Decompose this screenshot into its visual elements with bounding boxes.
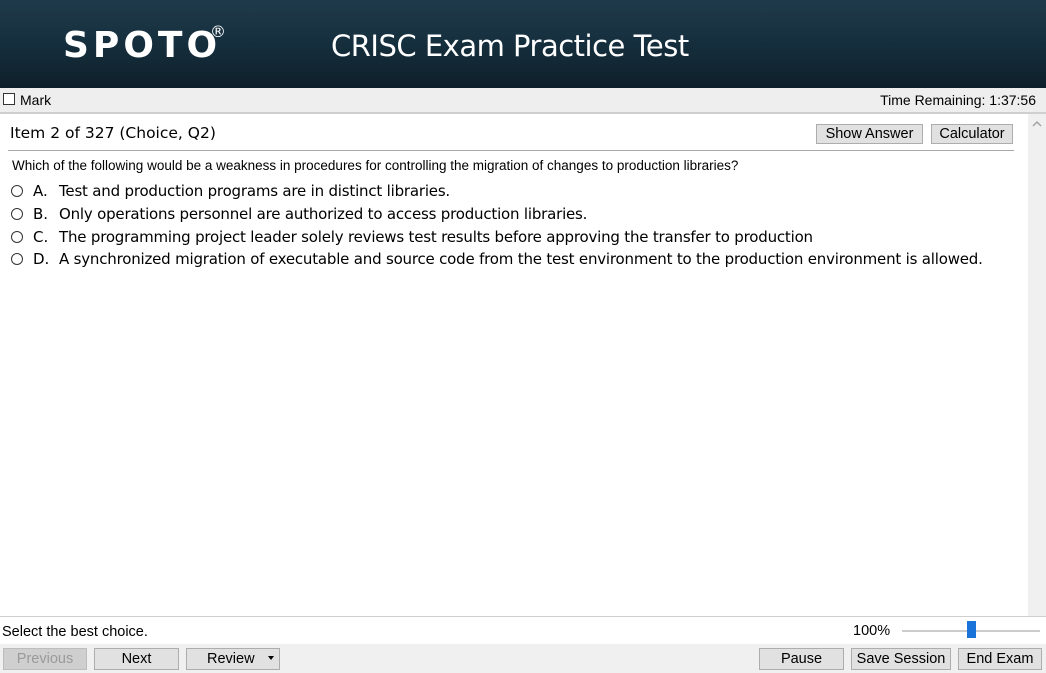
choice-letter: C. (33, 228, 49, 246)
review-button[interactable]: Review (186, 648, 280, 670)
choice-a[interactable]: A. Test and production programs are in d… (10, 182, 1010, 202)
navigation-bar: Previous Next Review Pause Save Session … (0, 644, 1046, 673)
choice-text[interactable]: Only operations personnel are authorized… (59, 205, 587, 223)
choice-letter: A. (33, 182, 48, 200)
item-info: Item 2 of 327 (Choice, Q2) (10, 124, 216, 142)
question-text: Which of the following would be a weakne… (12, 158, 739, 173)
spoto-logo: SPOTO (63, 25, 222, 66)
mark-label[interactable]: Mark (20, 92, 51, 108)
zoom-slider-thumb[interactable] (967, 621, 976, 638)
save-session-button[interactable]: Save Session (851, 648, 951, 670)
review-label: Review (207, 651, 255, 667)
end-exam-button[interactable]: End Exam (958, 648, 1042, 670)
header-banner: SPOTO ® CRISC Exam Practice Test (0, 0, 1046, 88)
choice-text[interactable]: Test and production programs are in dist… (59, 182, 450, 200)
radio-icon[interactable] (11, 208, 23, 220)
choice-text[interactable]: A synchronized migration of executable a… (59, 250, 983, 268)
instruction-text: Select the best choice. (2, 624, 148, 640)
radio-icon[interactable] (11, 185, 23, 197)
choice-d[interactable]: D. A synchronized migration of executabl… (10, 250, 1010, 270)
zoom-level: 100% (853, 623, 891, 639)
previous-button[interactable]: Previous (3, 648, 87, 670)
mark-bar: Mark Time Remaining: 1:37:56 (0, 88, 1046, 114)
question-panel: Item 2 of 327 (Choice, Q2) Show Answer C… (0, 114, 1028, 616)
choice-letter: B. (33, 205, 49, 223)
registered-mark: ® (210, 22, 226, 41)
next-button[interactable]: Next (94, 648, 179, 670)
radio-icon[interactable] (11, 253, 23, 265)
pause-button[interactable]: Pause (759, 648, 844, 670)
calculator-button[interactable]: Calculator (931, 124, 1013, 144)
show-answer-button[interactable]: Show Answer (816, 124, 923, 144)
status-bar: Select the best choice. 100% (0, 616, 1046, 645)
time-remaining: Time Remaining: 1:37:56 (880, 92, 1036, 108)
choice-text[interactable]: The programming project leader solely re… (59, 228, 813, 246)
vertical-scrollbar[interactable] (1028, 114, 1046, 616)
chevron-up-icon[interactable] (1032, 120, 1042, 130)
choice-b[interactable]: B. Only operations personnel are authori… (10, 205, 1010, 225)
mark-checkbox-icon[interactable] (3, 93, 15, 105)
app-title: CRISC Exam Practice Test (331, 29, 689, 63)
caret-down-icon (268, 656, 274, 660)
choice-letter: D. (33, 250, 50, 268)
divider (8, 150, 1014, 151)
radio-icon[interactable] (11, 231, 23, 243)
choice-c[interactable]: C. The programming project leader solely… (10, 228, 1010, 248)
